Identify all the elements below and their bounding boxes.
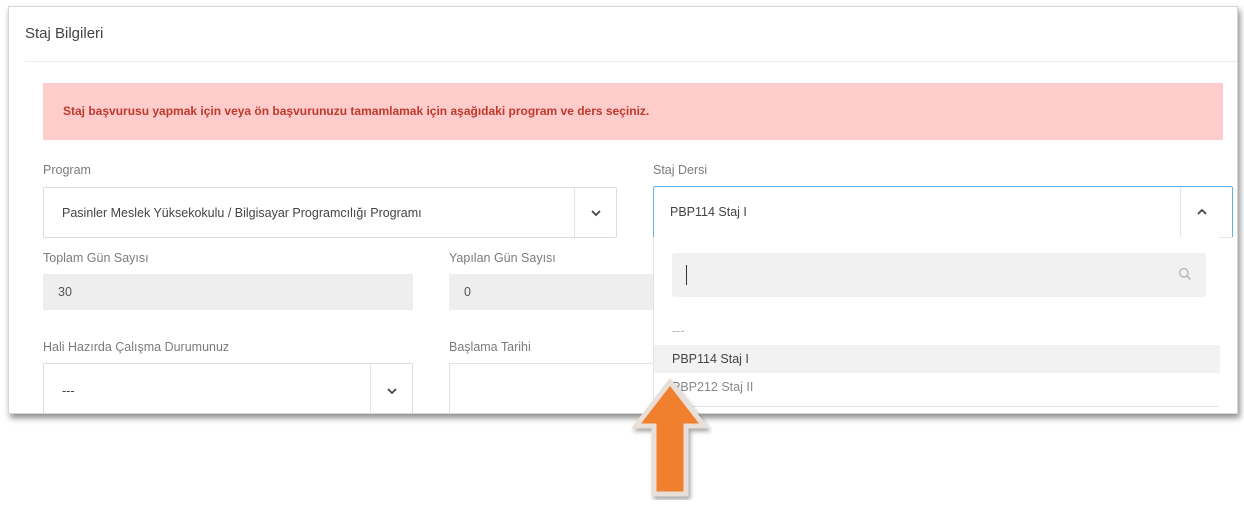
- title-divider: [25, 61, 1237, 62]
- staj-dersi-select[interactable]: PBP114 Staj I: [653, 186, 1233, 238]
- dropdown-option-empty[interactable]: ---: [654, 317, 1220, 345]
- calisma-durumu-select[interactable]: ---: [43, 363, 413, 413]
- baslama-tarihi-input[interactable]: [449, 363, 653, 413]
- toplam-gun-field: 30: [43, 274, 413, 310]
- staj-dersi-select-toggle[interactable]: [1180, 187, 1222, 237]
- chevron-down-icon: [386, 388, 397, 395]
- chevron-down-icon: [590, 209, 601, 216]
- staj-dersi-dropdown: --- PBP114 Staj I PBP212 Staj II: [653, 237, 1220, 407]
- alert-message: Staj başvurusu yapmak için veya ön başvu…: [63, 104, 650, 118]
- chevron-up-icon: [1196, 208, 1207, 215]
- staj-bilgileri-card: Staj Bilgileri Staj başvurusu yapmak içi…: [8, 6, 1238, 414]
- program-label: Program: [43, 163, 91, 177]
- search-icon: [1178, 267, 1192, 281]
- dropdown-option-pbp114[interactable]: PBP114 Staj I: [654, 345, 1220, 373]
- yapilan-gun-value: 0: [464, 285, 471, 299]
- program-select-toggle[interactable]: [574, 188, 616, 237]
- staj-dersi-label: Staj Dersi: [653, 163, 708, 177]
- toplam-gun-value: 30: [58, 285, 72, 299]
- toplam-gun-label: Toplam Gün Sayısı: [43, 251, 149, 265]
- card-title: Staj Bilgileri: [25, 25, 104, 42]
- program-select[interactable]: Pasinler Meslek Yüksekokulu / Bilgisayar…: [43, 187, 617, 238]
- up-arrow-icon: [630, 377, 710, 497]
- alert-danger: Staj başvurusu yapmak için veya ön başvu…: [43, 83, 1223, 140]
- yapilan-gun-label: Yapılan Gün Sayısı: [449, 251, 556, 265]
- yapilan-gun-field: 0: [449, 274, 653, 310]
- baslama-tarihi-label: Başlama Tarihi: [449, 340, 531, 354]
- calisma-durumu-select-toggle[interactable]: [370, 364, 412, 413]
- calisma-durumu-selected-value: ---: [62, 384, 75, 398]
- calisma-durumu-label: Hali Hazırda Çalışma Durumunuz: [43, 340, 230, 354]
- program-selected-value: Pasinler Meslek Yüksekokulu / Bilgisayar…: [62, 205, 422, 220]
- staj-dersi-selected-value: PBP114 Staj I: [670, 205, 747, 219]
- staj-dersi-search-input[interactable]: [672, 253, 1206, 297]
- dropdown-option-pbp212[interactable]: PBP212 Staj II: [654, 373, 1220, 401]
- text-caret: [686, 265, 687, 285]
